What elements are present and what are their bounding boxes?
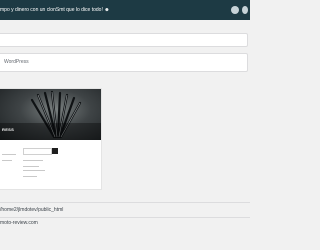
preview-widget-line	[23, 170, 45, 171]
search-box[interactable]	[0, 33, 248, 47]
preview-search-input	[23, 148, 52, 155]
theme-preview-title: RESS	[2, 127, 15, 132]
pen-brushes-illustration	[0, 90, 101, 140]
theme-preview-card[interactable]: RESS	[0, 88, 102, 190]
installation-domain-row[interactable]: moto-review.com	[0, 216, 250, 230]
promo-banner[interactable]: mpo y dinero con un clonSmt que lo dice …	[0, 0, 250, 20]
gear-icon[interactable]	[242, 6, 248, 14]
preview-widget-line	[23, 160, 43, 161]
preview-search-button	[52, 148, 58, 154]
software-label: WordPress	[4, 59, 29, 65]
preview-widget-line	[23, 176, 37, 177]
installation-domain[interactable]: moto-review.com	[0, 220, 38, 226]
user-icon[interactable]	[231, 6, 239, 14]
preview-text-line	[2, 154, 16, 155]
installation-path: /home2/jlmdotev/public_html	[0, 207, 64, 213]
preview-text-line	[2, 160, 12, 161]
preview-widget-line	[23, 166, 39, 167]
theme-hero-image: RESS	[0, 89, 101, 140]
software-field[interactable]: WordPress	[0, 53, 248, 72]
promo-text: mpo y dinero con un clonSmt que lo dice …	[0, 7, 110, 13]
theme-preview-content	[0, 140, 101, 189]
